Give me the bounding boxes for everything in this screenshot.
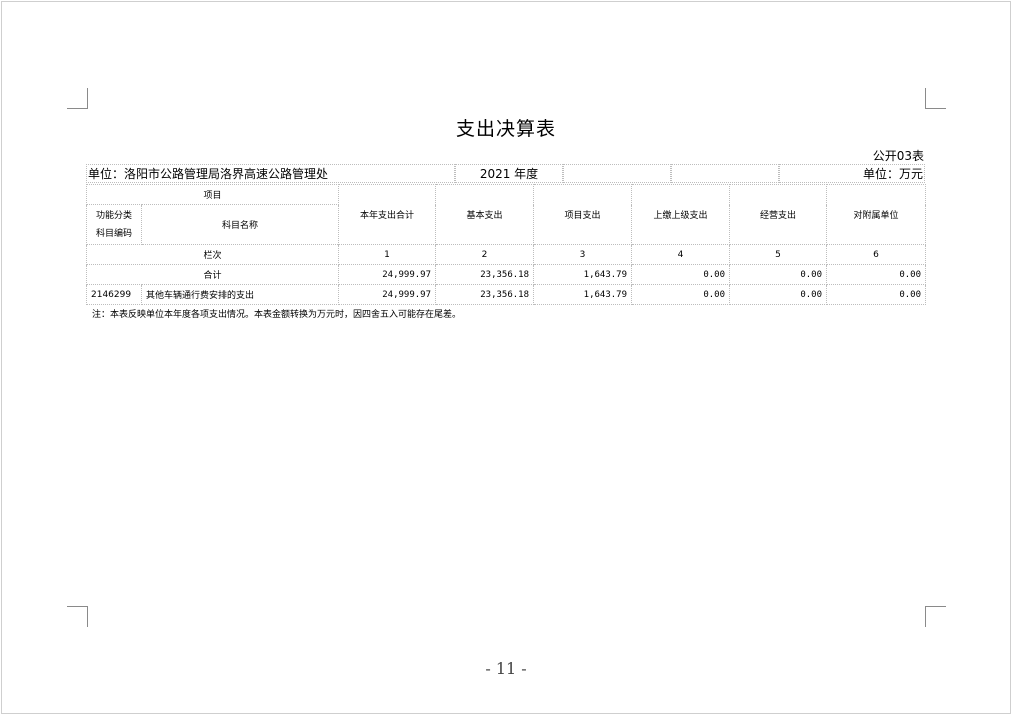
table-note: 注：本表反映单位本年度各项支出情况。本表金额转换为万元时，因四舍五入可能存在尾差… (92, 310, 462, 320)
subject-name-header: 科目名称 (140, 204, 340, 245)
column-index-cell: 3 (533, 244, 633, 265)
expenditure-table: 项目 本年支出合计 基本支出 项目支出 上缴上级支出 经营支出 对附属单位 功能… (85, 184, 927, 305)
item-header: 项目 (85, 184, 340, 205)
crop-mark-top-left (67, 88, 88, 109)
func-class-label: 功能分类 (95, 210, 132, 221)
page-border (1, 1, 1011, 714)
project-header: 项目支出 (533, 184, 633, 245)
column-index-cell: 5 (729, 244, 828, 265)
basic-header: 基本支出 (435, 184, 535, 245)
total-value: 0.00 (826, 264, 927, 285)
business-header: 经营支出 (729, 184, 828, 245)
header-blank-2 (671, 164, 779, 183)
column-index-cell: 2 (435, 244, 535, 265)
unit-measure: 单位：万元 (779, 164, 925, 183)
total-value: 1,643.79 (533, 264, 633, 285)
total-row: 合计 24,999.97 23,356.18 1,643.79 0.00 0.0… (85, 264, 927, 285)
total-value: 0.00 (729, 264, 828, 285)
column-index-row: 栏次 1 2 3 4 5 6 (85, 244, 927, 265)
row-value: 23,356.18 (435, 284, 535, 305)
column-index-cell: 6 (826, 244, 927, 265)
unit-label: 单位：洛阳市公路管理局洛界高速公路管理处 (86, 164, 455, 183)
row-value: 1,643.79 (533, 284, 633, 305)
table-row: 2146299 其他车辆通行费安排的支出 24,999.97 23,356.18… (86, 284, 927, 305)
crop-mark-bottom-right (925, 606, 946, 627)
subject-code-label: 科目编码 (95, 228, 132, 239)
total-header: 本年支出合计 (338, 184, 437, 245)
total-value: 0.00 (631, 264, 731, 285)
row-value: 24,999.97 (338, 284, 437, 305)
total-label: 合计 (85, 264, 340, 285)
page-title: 支出决算表 (455, 118, 556, 140)
page-number: - 11 - (485, 659, 527, 678)
code-header: 功能分类 科目编码 (86, 204, 142, 245)
subsidiary-header: 对附属单位 (826, 184, 927, 245)
year-label: 2021 年度 (455, 164, 563, 183)
column-index-cell: 4 (631, 244, 731, 265)
header-blank-1 (563, 164, 671, 183)
upper-header: 上缴上级支出 (631, 184, 731, 245)
form-number: 公开03表 (872, 149, 924, 163)
column-index-cell: 1 (338, 244, 437, 265)
crop-mark-bottom-left (67, 606, 88, 627)
row-value: 0.00 (826, 284, 927, 305)
column-index-label: 栏次 (85, 244, 340, 265)
subject-code: 2146299 (86, 284, 142, 305)
crop-mark-top-right (925, 88, 946, 109)
total-value: 24,999.97 (338, 264, 437, 285)
table-header-line: 单位：洛阳市公路管理局洛界高速公路管理处 2021 年度 单位：万元 (86, 164, 925, 184)
subject-name: 其他车辆通行费安排的支出 (140, 284, 340, 305)
header-row-1: 项目 本年支出合计 基本支出 项目支出 上缴上级支出 经营支出 对附属单位 (85, 184, 927, 245)
row-value: 0.00 (729, 284, 828, 305)
row-value: 0.00 (631, 284, 731, 305)
total-value: 23,356.18 (435, 264, 535, 285)
